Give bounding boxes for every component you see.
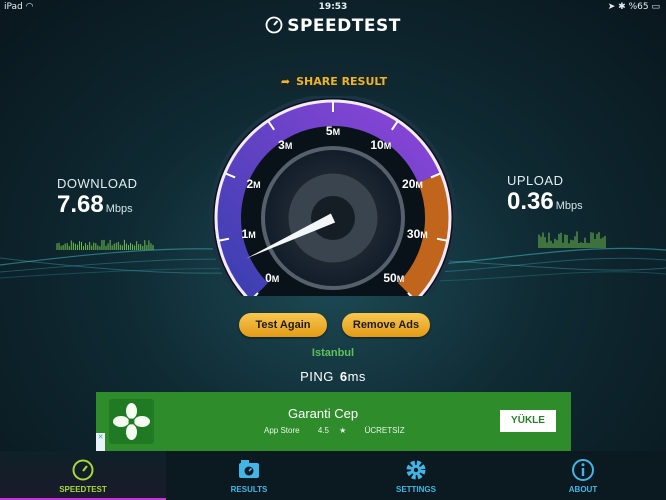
- gauge-tick-label: 2M: [246, 177, 261, 192]
- app-title: SPEEDTEST: [0, 16, 666, 36]
- test-again-button[interactable]: Test Again: [239, 313, 327, 337]
- ad-choices-icon[interactable]: ✕: [96, 433, 105, 451]
- info-icon: [572, 459, 594, 481]
- ping-value: 6: [339, 369, 348, 384]
- speedtest-logo-icon: [265, 16, 283, 34]
- app-store-badge: App Store: [264, 426, 300, 435]
- ad-price: ÜCRETSİZ: [364, 426, 405, 435]
- tab-results[interactable]: RESULTS: [166, 451, 332, 500]
- location-icon: ➤: [607, 2, 616, 12]
- upload-label: UPLOAD: [507, 173, 564, 188]
- upload-unit: Mbps: [555, 200, 583, 212]
- gear-icon: [406, 460, 426, 480]
- gauge-tick-label: 3M: [278, 138, 293, 153]
- ping-readout: PING 6ms: [0, 369, 666, 384]
- ad-meta: App Store 4.5 ★ ÜCRETSİZ: [256, 426, 413, 435]
- tab-label: ABOUT: [568, 485, 598, 494]
- ad-banner[interactable]: Garanti Cep App Store 4.5 ★ ÜCRETSİZ YÜK…: [96, 392, 571, 451]
- ping-unit: ms: [347, 369, 366, 384]
- tab-speedtest[interactable]: SPEEDTEST: [0, 451, 166, 500]
- share-icon: ➦: [280, 75, 291, 88]
- server-location: Istanbul: [311, 347, 355, 359]
- bluetooth-icon: ✱: [618, 2, 626, 12]
- gauge-tick-label: 20M: [402, 177, 423, 192]
- download-unit: Mbps: [105, 203, 133, 215]
- tab-about[interactable]: ABOUT: [500, 451, 666, 500]
- upload-value: 0.36: [507, 188, 554, 215]
- results-icon: [239, 460, 259, 478]
- gauge-tick-label: 5M: [325, 124, 341, 138]
- gauge-tick-label: 10M: [370, 138, 392, 153]
- gauge-tick-label: 0M: [265, 270, 280, 285]
- tab-label: SETTINGS: [395, 485, 436, 494]
- battery-percent: %65: [628, 2, 649, 12]
- ad-logo: [109, 399, 154, 444]
- download-label: DOWNLOAD: [57, 176, 138, 191]
- status-right: ➤ ✱ %65 ▭: [608, 2, 660, 12]
- tab-bar: SPEEDTEST RESULTS SETTINGS ABOUT: [0, 451, 666, 500]
- speedometer-icon: [72, 459, 94, 481]
- remove-ads-button[interactable]: Remove Ads: [342, 313, 430, 337]
- clover-icon: [113, 403, 150, 440]
- gauge-tick-label: 1M: [241, 226, 256, 241]
- ad-title: Garanti Cep: [288, 406, 359, 421]
- ad-rating: 4.5 ★: [317, 426, 347, 435]
- gauge-tick-label: 30M: [406, 226, 428, 241]
- tab-label: RESULTS: [230, 485, 268, 494]
- status-time: 19:53: [318, 2, 348, 12]
- battery-icon: ▭: [651, 2, 660, 12]
- gauge-tick-label: 50M: [383, 270, 405, 285]
- download-value: 7.68: [57, 191, 104, 218]
- ping-label: PING: [300, 369, 334, 384]
- status-bar: iPad ◠ 19:53 ➤ ✱ %65 ▭: [0, 0, 666, 14]
- share-result-button[interactable]: ➦ SHARE RESULT: [279, 72, 389, 92]
- star-icon: ★: [339, 426, 347, 435]
- tab-label: SPEEDTEST: [59, 485, 107, 494]
- tab-settings[interactable]: SETTINGS: [333, 451, 499, 500]
- download-stat: DOWNLOAD 7.68 Mbps: [57, 176, 138, 219]
- upload-stat: UPLOAD 0.36 Mbps: [507, 173, 583, 216]
- ad-install-button[interactable]: YÜKLE: [500, 410, 556, 432]
